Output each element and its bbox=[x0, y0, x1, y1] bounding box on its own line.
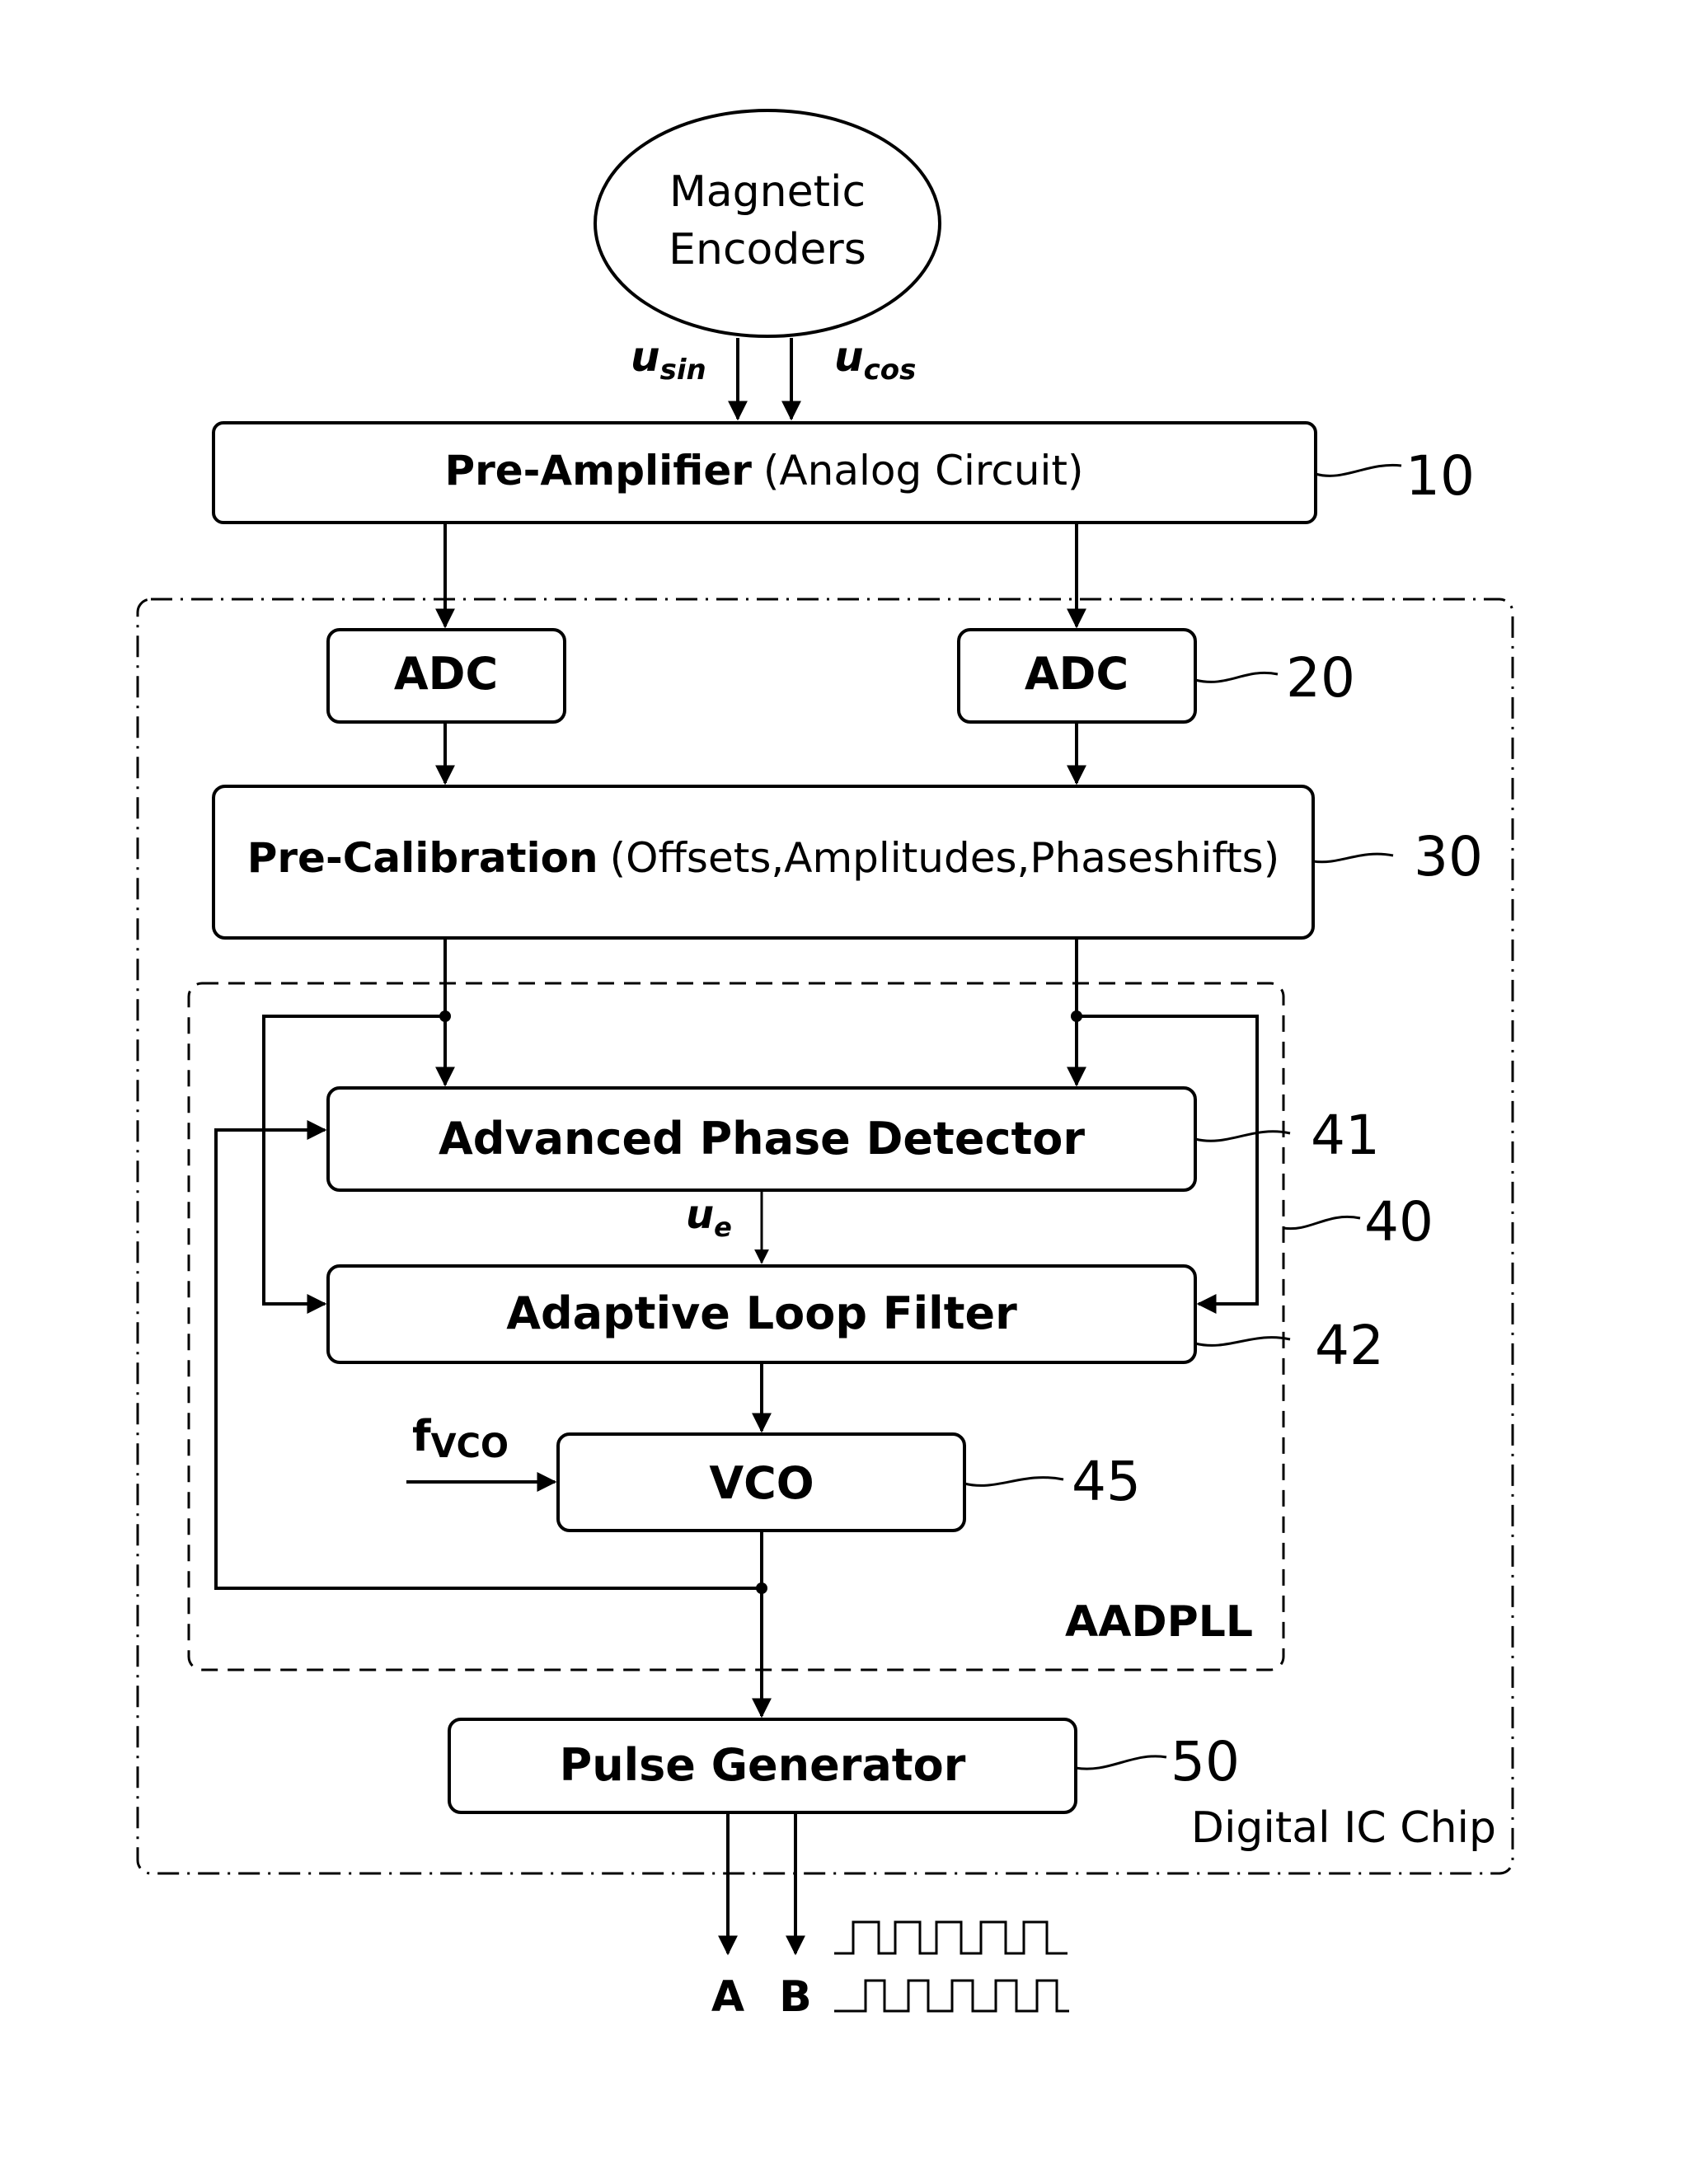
magnetic-encoders: Magnetic Encoders bbox=[594, 109, 941, 338]
waveform-b bbox=[834, 1979, 1069, 2013]
encoder-label-line2: Encoders bbox=[669, 225, 866, 274]
phase-detector-block: Advanced Phase Detector bbox=[326, 1086, 1197, 1192]
ref-40: 40 bbox=[1364, 1190, 1434, 1254]
ref-leader-20 bbox=[1194, 672, 1279, 683]
vco-block: VCO bbox=[556, 1432, 966, 1532]
ref-leader-41 bbox=[1194, 1130, 1291, 1142]
pre-amplifier-label: Pre-Amplifier (Analog Circuit) bbox=[444, 447, 1083, 495]
pre-calibration-label: Pre-Calibration (Offsets,Amplitudes,Phase… bbox=[247, 834, 1280, 882]
ue-label: ue bbox=[686, 1192, 732, 1243]
ref-leader-42 bbox=[1194, 1336, 1291, 1347]
ref-45: 45 bbox=[1072, 1450, 1141, 1513]
vco-label: VCO bbox=[709, 1457, 814, 1509]
adc-left-block: ADC bbox=[326, 628, 566, 724]
waveform-a bbox=[834, 1920, 1068, 1955]
pre-amplifier-block: Pre-Amplifier (Analog Circuit) bbox=[212, 421, 1317, 524]
pre-calibration-block: Pre-Calibration (Offsets,Amplitudes,Phase… bbox=[212, 785, 1315, 940]
ref-leader-50 bbox=[1075, 1755, 1167, 1770]
ref-10: 10 bbox=[1405, 444, 1475, 508]
ref-20: 20 bbox=[1286, 646, 1355, 710]
digital-ic-chip-label: Digital IC Chip bbox=[1191, 1803, 1496, 1853]
pulse-generator-label: Pulse Generator bbox=[560, 1739, 966, 1791]
encoder-label-line1: Magnetic bbox=[669, 167, 866, 217]
ref-leader-10 bbox=[1315, 463, 1402, 477]
adc-right-label: ADC bbox=[1025, 648, 1128, 700]
fvco-label: fVCO bbox=[412, 1412, 509, 1465]
ucos-label: ucos bbox=[834, 333, 916, 387]
ref-30: 30 bbox=[1414, 825, 1483, 888]
ref-leader-40 bbox=[1283, 1216, 1361, 1231]
ref-leader-45 bbox=[964, 1476, 1064, 1487]
adc-right-block: ADC bbox=[957, 628, 1197, 724]
output-b-label: B bbox=[779, 1972, 812, 2022]
usin-label: usin bbox=[631, 333, 706, 387]
ref-leader-30 bbox=[1312, 852, 1394, 864]
block-diagram: Magnetic Encoders usin ucos Pre-Amplifie… bbox=[136, 109, 1514, 2022]
loop-filter-block: Adaptive Loop Filter bbox=[326, 1264, 1197, 1364]
loop-filter-label: Adaptive Loop Filter bbox=[506, 1287, 1017, 1339]
adc-left-label: ADC bbox=[394, 648, 498, 700]
pulse-generator-block: Pulse Generator bbox=[448, 1718, 1077, 1814]
ref-42: 42 bbox=[1315, 1314, 1384, 1377]
aadpll-label: AADPLL bbox=[1065, 1597, 1253, 1647]
output-a-label: A bbox=[711, 1972, 744, 2022]
ref-50: 50 bbox=[1171, 1730, 1240, 1793]
ref-41: 41 bbox=[1311, 1104, 1380, 1167]
phase-detector-label: Advanced Phase Detector bbox=[439, 1113, 1085, 1165]
